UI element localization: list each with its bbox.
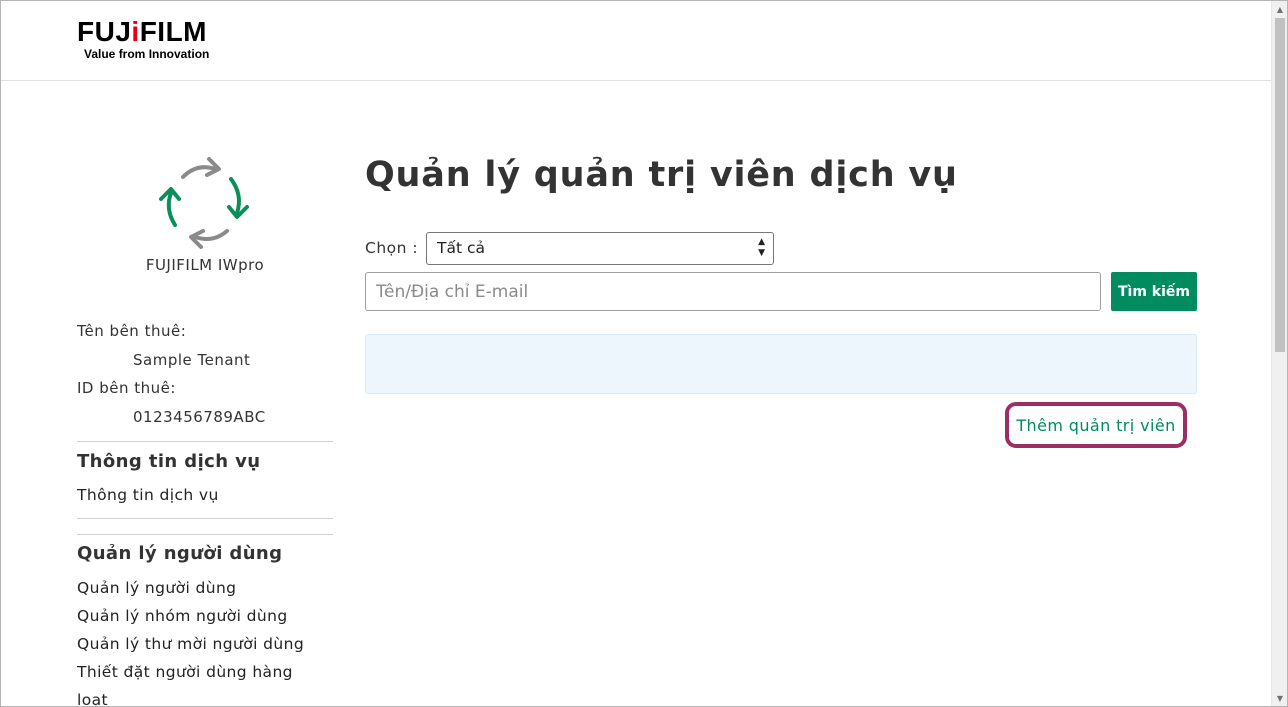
sidebar-item-user-invitation-management[interactable]: Quản lý thư mời người dùng — [77, 635, 304, 653]
section-title-user-management: Quản lý người dùng — [77, 543, 283, 564]
sidebar-item-user-group-management[interactable]: Quản lý nhóm người dùng — [77, 607, 288, 625]
search-button[interactable]: Tìm kiếm — [1111, 272, 1197, 311]
filter-select[interactable]: Tất cả ▲ ▼ — [426, 232, 774, 265]
recycle-arrows-icon — [159, 157, 249, 249]
page-header: FUJiFILM Value from Innovation — [1, 1, 1271, 81]
search-input[interactable] — [365, 272, 1101, 311]
sidebar-item-service-info[interactable]: Thông tin dịch vụ — [77, 486, 219, 504]
tenant-name-value: Sample Tenant — [133, 351, 251, 369]
sidebar-item-bulk-user-settings-cont[interactable]: loạt — [77, 691, 108, 706]
add-admin-link[interactable]: Thêm quản trị viên — [1005, 402, 1187, 448]
sidebar-divider — [77, 518, 333, 519]
scroll-up-icon[interactable]: ▲ — [1272, 1, 1287, 17]
tenant-id-label: ID bên thuê: — [77, 379, 176, 397]
fujifilm-logo[interactable]: FUJiFILM Value from Innovation — [77, 17, 237, 67]
info-panel — [365, 334, 1197, 394]
sidebar-divider — [77, 441, 333, 442]
logo-wordmark: FUJiFILM — [77, 16, 207, 47]
sidebar-item-user-management[interactable]: Quản lý người dùng — [77, 579, 236, 597]
filter-label: Chọn : — [365, 239, 419, 257]
page-title: Quản lý quản trị viên dịch vụ — [365, 155, 958, 195]
vertical-scrollbar[interactable]: ▲ ▼ — [1271, 1, 1287, 706]
logo-tagline: Value from Innovation — [84, 47, 210, 61]
scroll-thumb[interactable] — [1275, 18, 1285, 352]
tenant-id-value: 0123456789ABC — [133, 408, 266, 426]
app-name: FUJIFILM IWpro — [145, 256, 265, 274]
sidebar-divider — [77, 534, 333, 535]
select-updown-icon: ▲ ▼ — [758, 237, 765, 258]
sidebar-item-bulk-user-settings[interactable]: Thiết đặt người dùng hàng — [77, 663, 293, 681]
browser-window: FUJiFILM Value from Innovation FUJIFILM … — [0, 0, 1288, 707]
scroll-down-icon[interactable]: ▼ — [1272, 690, 1287, 706]
filter-selected-value: Tất cả — [437, 239, 485, 257]
section-title-service-info: Thông tin dịch vụ — [77, 451, 261, 472]
tenant-name-label: Tên bên thuê: — [77, 322, 187, 340]
